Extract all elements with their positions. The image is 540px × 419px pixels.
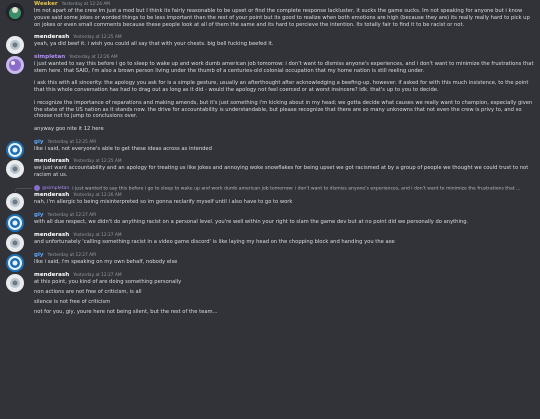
message-header: Weeker Yesterday at 12:24 AM — [34, 1, 534, 8]
message-text: nah, i'm allergic to being misinterprete… — [34, 199, 293, 206]
message-text: anyway goo nite it 12 here — [34, 126, 104, 133]
avatar[interactable] — [6, 3, 24, 21]
avatar[interactable] — [6, 35, 24, 54]
message-text: we just want accountability and an apolo… — [34, 165, 529, 178]
chat-message-list: Weeker Yesterday at 12:24 AM Im not apart… — [0, 0, 540, 419]
message: simpletan Yesterday at 12:26 AM i just wa… — [0, 54, 534, 133]
timestamp: Yesterday at 12:27 AM — [73, 273, 122, 279]
message-text: non actions are not free of criticism, i… — [34, 289, 142, 296]
message-text: yeah, ya did beef it. i wish you could a… — [34, 40, 274, 47]
avatar[interactable] — [6, 55, 24, 74]
author-name[interactable]: menderash — [34, 192, 69, 198]
message-text: like i said, not everyone's able to get … — [34, 146, 212, 153]
message-header: menderash Yesterday at 12:27 AM — [34, 232, 534, 239]
message-text: not for you, giy, youre here not being s… — [34, 308, 218, 315]
message-text: with all due respect, we didn't do anyth… — [34, 219, 469, 226]
message: giy Yesterday at 12:25 AM like i said, no… — [0, 139, 534, 159]
author-name[interactable]: giy — [34, 139, 44, 145]
reply-reference[interactable]: @simpletan i just wanted to say this befo… — [0, 184, 534, 193]
author-name[interactable]: simpletan — [34, 54, 65, 60]
avatar[interactable] — [6, 274, 24, 293]
avatar[interactable] — [6, 254, 24, 273]
message-text: Im not apart of the crew Im just a mod b… — [34, 8, 530, 28]
message: menderash Yesterday at 12:27 AM at this p… — [0, 272, 534, 315]
message: giy Yesterday at 12:27 AM like i said, i'… — [0, 252, 534, 273]
reply-avatar — [34, 184, 40, 191]
author-name[interactable]: giy — [34, 252, 44, 258]
message-text: i just wanted to say this before i go to… — [34, 60, 534, 74]
author-name[interactable]: menderash — [34, 34, 69, 40]
message-header: giy Yesterday at 12:27 AM — [34, 212, 534, 219]
avatar[interactable] — [6, 234, 24, 253]
timestamp: Yesterday at 12:26 AM — [69, 54, 118, 60]
message: menderash Yesterday at 12:25 AM we just w… — [0, 158, 534, 179]
timestamp: Yesterday at 12:25 AM — [73, 34, 122, 40]
message-header: giy Yesterday at 12:27 AM — [34, 252, 534, 259]
avatar[interactable] — [6, 140, 24, 159]
reply-text: i just wanted to say this before i go to… — [72, 186, 521, 192]
message-text: i ask this with all sincerity: the apolo… — [34, 80, 529, 94]
message: Weeker Yesterday at 12:24 AM Im not apart… — [0, 0, 534, 29]
message-text: i recognize the importance of reparation… — [34, 99, 533, 120]
message-header: menderash Yesterday at 12:25 AM — [34, 158, 534, 165]
author-name[interactable]: Weeker — [34, 1, 58, 7]
timestamp: Yesterday at 12:24 AM — [61, 2, 110, 7]
avatar[interactable] — [6, 214, 24, 233]
message: menderash Yesterday at 12:25 AM yeah, ya … — [0, 34, 534, 54]
timestamp: Yesterday at 12:27 AM — [47, 253, 96, 259]
avatar[interactable] — [6, 159, 24, 178]
timestamp: Yesterday at 12:26 AM — [73, 193, 122, 199]
message: giy Yesterday at 12:27 AM with all due re… — [0, 212, 534, 233]
author-name[interactable]: menderash — [34, 272, 69, 278]
author-name[interactable]: menderash — [34, 158, 69, 164]
message-header: simpletan Yesterday at 12:26 AM — [34, 54, 534, 61]
reply-author[interactable]: @simpletan — [42, 186, 69, 191]
message-text: and unfortunately 'calling something rac… — [34, 239, 395, 246]
message-header: menderash Yesterday at 12:27 AM — [34, 272, 534, 279]
message-header: giy Yesterday at 12:25 AM — [34, 139, 534, 146]
message-text: silence is not free of criticism — [34, 298, 111, 305]
author-name[interactable]: giy — [34, 212, 44, 218]
message: menderash Yesterday at 12:26 AM nah, i'm … — [0, 192, 534, 212]
message: menderash Yesterday at 12:27 AM and unfor… — [0, 232, 534, 253]
message-header: menderash Yesterday at 12:26 AM — [34, 192, 534, 199]
timestamp: Yesterday at 12:27 AM — [47, 213, 96, 219]
avatar[interactable] — [6, 193, 24, 212]
author-name[interactable]: menderash — [34, 232, 69, 238]
message-header: menderash Yesterday at 12:25 AM — [34, 34, 534, 41]
message-text: at this point, you kind of are doing som… — [34, 279, 182, 286]
timestamp: Yesterday at 12:27 AM — [73, 233, 122, 239]
timestamp: Yesterday at 12:25 AM — [73, 158, 122, 164]
message-text: like i said, i'm speaking on my own beha… — [34, 259, 178, 266]
timestamp: Yesterday at 12:25 AM — [47, 139, 96, 145]
